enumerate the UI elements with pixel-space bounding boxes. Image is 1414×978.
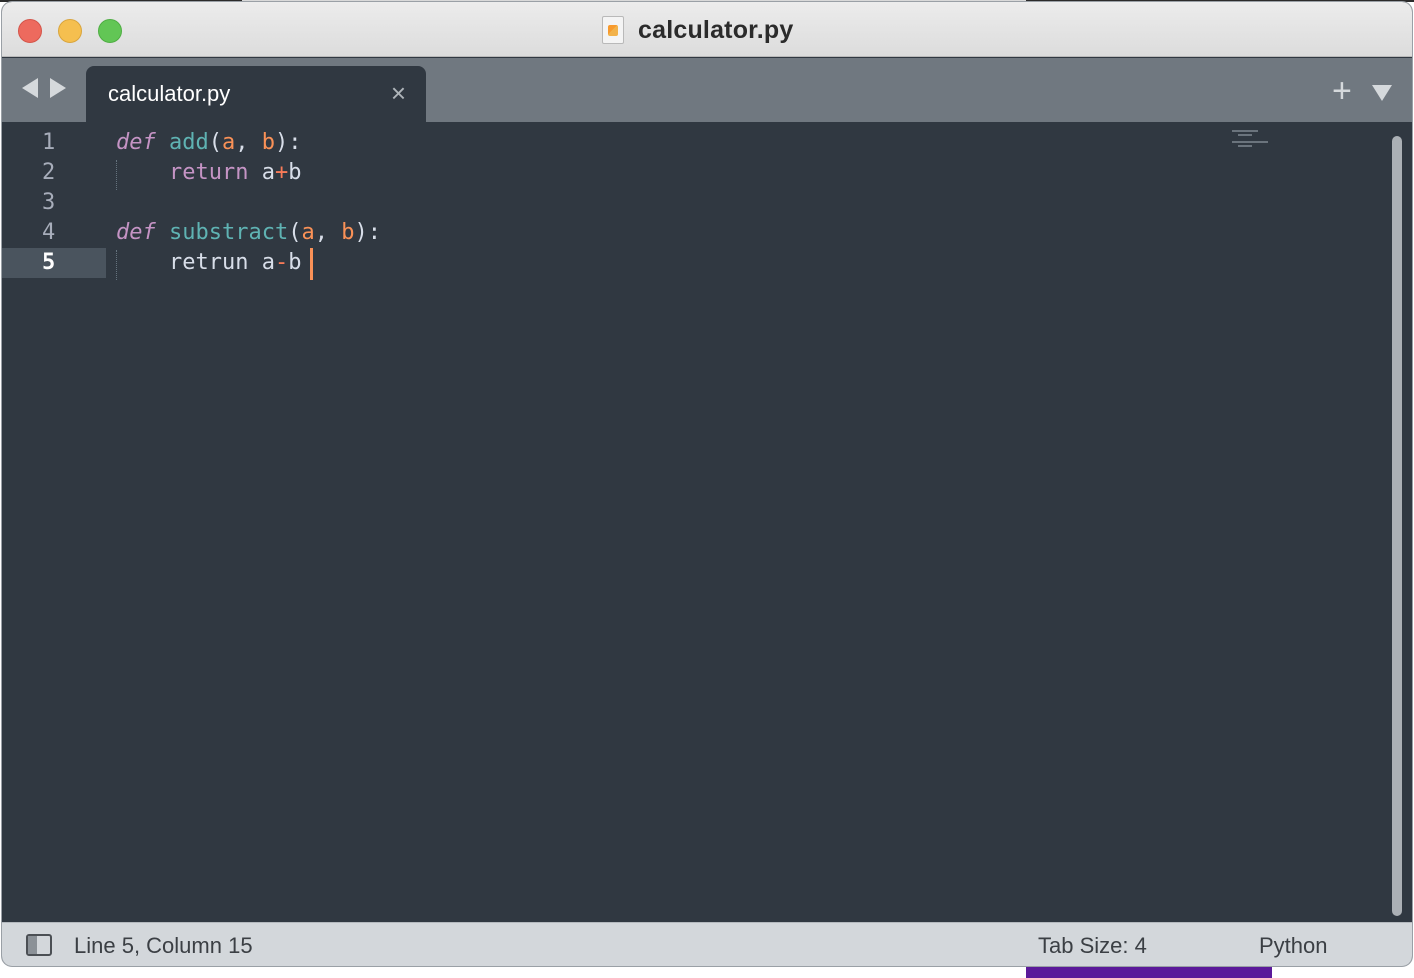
minimap-line <box>1232 141 1268 143</box>
code-token: + <box>274 160 289 185</box>
tab-bar: calculator.py × + <box>2 58 1412 124</box>
code-token: ( <box>208 130 222 155</box>
editor-window: calculator.py calculator.py × + 12345 de… <box>2 2 1412 966</box>
desktop-dock-accent <box>1026 966 1272 978</box>
line-number[interactable]: 1 <box>2 128 106 158</box>
tab-close-icon[interactable]: × <box>391 80 406 106</box>
back-arrow-icon[interactable] <box>22 78 38 98</box>
tab-calculator-py[interactable]: calculator.py × <box>86 66 426 124</box>
python-file-icon <box>602 16 624 44</box>
code-line[interactable]: return a+b <box>116 158 301 188</box>
code-line[interactable]: def substract(a, b): <box>116 218 381 248</box>
code-token: ( <box>288 220 302 245</box>
syntax-indicator[interactable]: Python <box>1259 933 1328 959</box>
code-token: a <box>248 160 275 185</box>
scrollbar-thumb[interactable] <box>1392 136 1402 916</box>
code-editor[interactable]: 12345 def add(a, b): return a+b def subst… <box>2 122 1412 922</box>
code-token: a <box>248 250 275 275</box>
vertical-scrollbar[interactable] <box>1390 136 1404 916</box>
close-window-button[interactable] <box>18 19 42 43</box>
code-token: - <box>274 250 289 275</box>
code-token: substract <box>169 220 289 245</box>
line-number[interactable]: 4 <box>2 218 106 248</box>
zoom-window-button[interactable] <box>98 19 122 43</box>
minimap-line <box>1238 134 1252 136</box>
line-number[interactable]: 5 <box>2 248 106 278</box>
title-bar[interactable]: calculator.py <box>2 2 1412 57</box>
line-number-gutter: 12345 <box>2 122 106 922</box>
code-token: ): <box>275 130 302 155</box>
code-line[interactable]: def add(a, b): <box>116 128 302 158</box>
minimap[interactable] <box>1230 128 1270 150</box>
minimap-line <box>1238 145 1252 147</box>
code-token: a <box>222 130 236 155</box>
code-token: , <box>235 130 262 155</box>
forward-arrow-icon[interactable] <box>50 78 66 98</box>
code-line[interactable]: retrun a-b <box>116 248 301 278</box>
window-title: calculator.py <box>638 15 794 44</box>
code-token: return <box>168 160 249 185</box>
code-token: b <box>341 220 355 245</box>
tab-label: calculator.py <box>108 81 231 106</box>
cursor-position[interactable]: Line 5, Column 15 <box>74 933 253 959</box>
text-caret <box>310 248 313 280</box>
line-number[interactable]: 3 <box>2 188 106 218</box>
code-token: add <box>169 130 209 155</box>
minimize-window-button[interactable] <box>58 19 82 43</box>
window-title-group: calculator.py <box>602 14 793 46</box>
code-token: b <box>288 160 302 185</box>
code-token: , <box>314 220 342 245</box>
status-bar: Line 5, Column 15 Tab Size: 4 Python <box>2 922 1412 966</box>
code-token: def <box>116 220 156 245</box>
code-token: b <box>288 250 302 275</box>
code-token: def <box>116 130 156 155</box>
sidebar-toggle-icon[interactable] <box>26 934 52 956</box>
code-token: a <box>301 220 315 245</box>
tab-list-dropdown-icon[interactable] <box>1372 85 1392 101</box>
line-number[interactable]: 2 <box>2 158 106 188</box>
minimap-line <box>1232 130 1258 132</box>
code-token: b <box>261 130 275 155</box>
new-tab-plus-icon[interactable]: + <box>1332 74 1352 108</box>
code-token: retrun <box>168 250 249 275</box>
code-token: ): <box>354 220 381 245</box>
tab-size-indicator[interactable]: Tab Size: 4 <box>1038 933 1147 959</box>
